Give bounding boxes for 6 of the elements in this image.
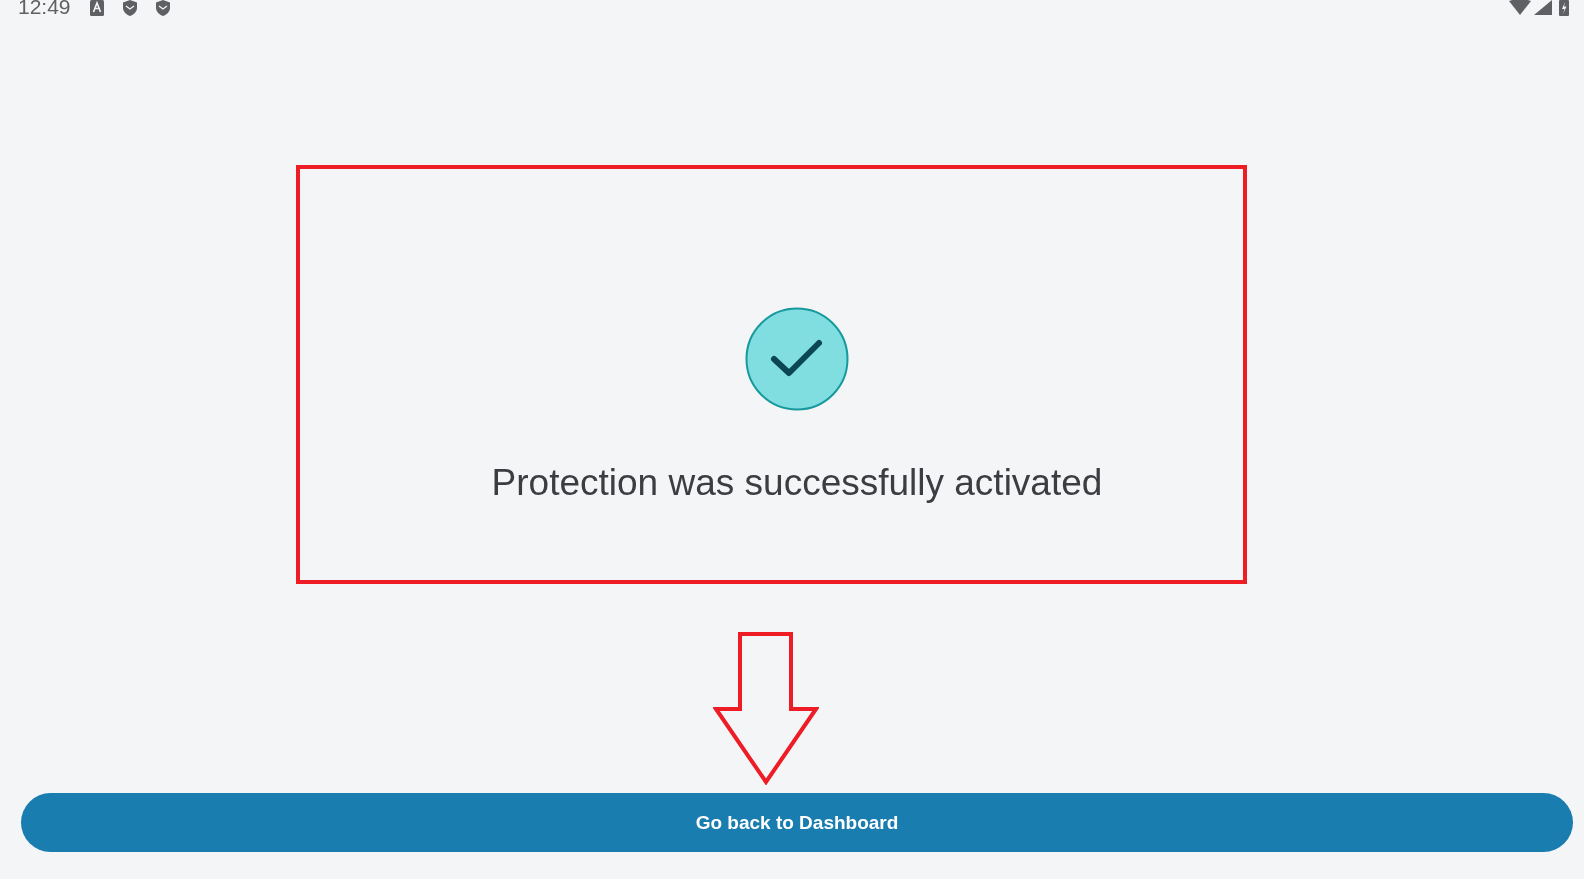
success-message: Protection was successfully activated — [491, 461, 1103, 505]
go-back-button[interactable]: Go back to Dashboard — [21, 793, 1573, 852]
check-circle-icon — [745, 307, 849, 411]
status-time: 12:49 — [18, 0, 71, 17]
wifi-icon — [1509, 0, 1531, 15]
signal-icon — [1534, 0, 1552, 15]
